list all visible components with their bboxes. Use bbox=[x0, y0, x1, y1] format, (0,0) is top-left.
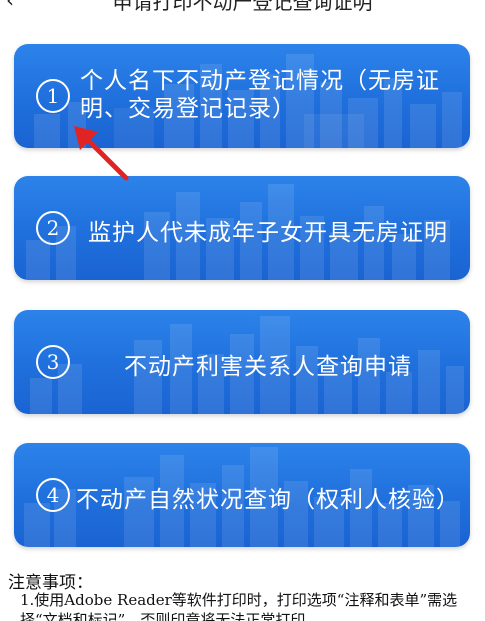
card-content: 2 监护人代未成年子女开具无房证明 bbox=[14, 176, 470, 280]
number-badge: 2 bbox=[36, 211, 70, 245]
card-label: 不动产利害关系人查询申请 bbox=[124, 354, 412, 380]
number-badge: 3 bbox=[36, 345, 70, 379]
number-badge: 4 bbox=[36, 478, 70, 512]
option-card-4[interactable]: 4 不动产自然状况查询（权利人核验） bbox=[14, 443, 470, 547]
card-label: 不动产自然状况查询（权利人核验） bbox=[76, 487, 460, 513]
option-card-1[interactable]: 1 个人名下不动产登记情况（无房证明、交易登记记录） bbox=[14, 44, 470, 148]
card-label: 个人名下不动产登记情况（无房证明、交易登记记录） bbox=[80, 68, 440, 122]
option-card-3[interactable]: 3 不动产利害关系人查询申请 bbox=[14, 310, 470, 414]
top-header: ‹ 申请打印不动产登记查询证明 bbox=[0, 0, 485, 12]
option-card-2[interactable]: 2 监护人代未成年子女开具无房证明 bbox=[14, 176, 470, 280]
page-title: 申请打印不动产登记查询证明 bbox=[112, 0, 373, 12]
card-content: 3 不动产利害关系人查询申请 bbox=[14, 310, 470, 414]
card-content: 1 个人名下不动产登记情况（无房证明、交易登记记录） bbox=[14, 44, 470, 148]
notes-item: 1.使用Adobe Reader等软件打印时，打印选项“注释和表单”需选择“文档… bbox=[20, 591, 458, 621]
number-badge: 1 bbox=[36, 79, 70, 113]
card-content: 4 不动产自然状况查询（权利人核验） bbox=[14, 443, 470, 547]
card-label: 监护人代未成年子女开具无房证明 bbox=[88, 220, 448, 246]
page: ‹ 申请打印不动产登记查询证明 1 个人名下不动产登记情况（无房证明、交易登记记… bbox=[0, 0, 485, 621]
